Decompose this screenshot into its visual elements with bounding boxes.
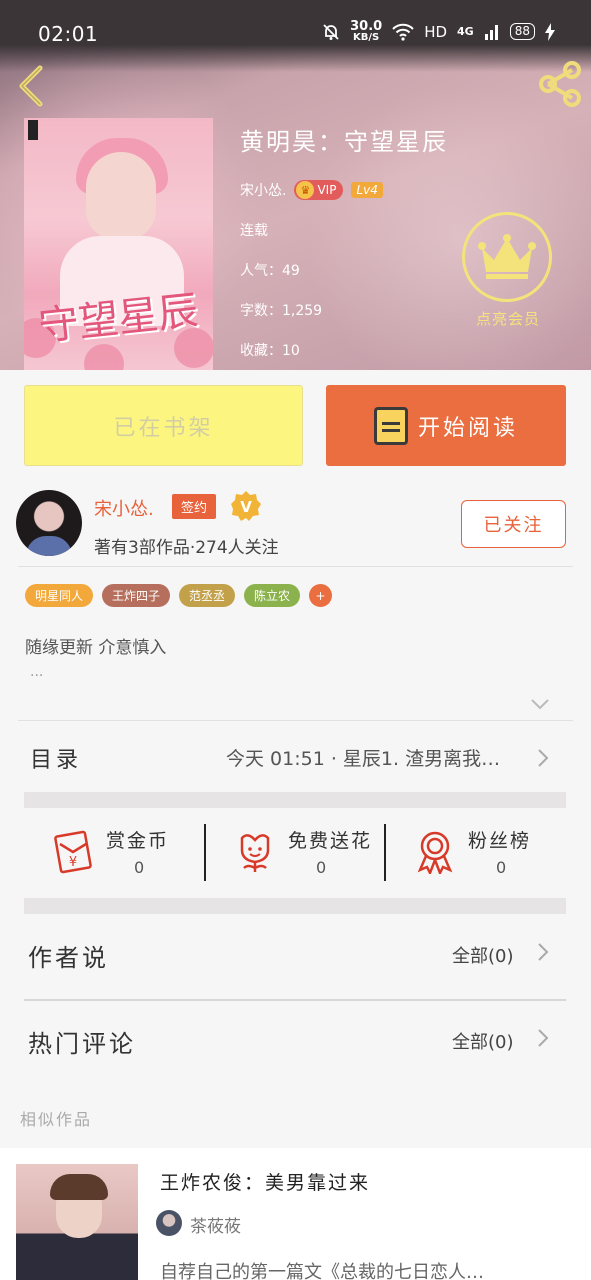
book-author-row: 宋小怂. ♛ VIP Lv4 [240, 180, 500, 200]
cover-figure-face [86, 152, 156, 240]
vip-crown-icon: ♛ [296, 181, 315, 199]
follow-button[interactable]: 已关注 [461, 500, 566, 548]
similar-book-title: 王炸农俊：美男靠过来 [160, 1172, 371, 1194]
signal-icon [484, 24, 498, 40]
tag-list: 明星同人 王炸四子 范丞丞 陈立农 + [25, 584, 333, 607]
in-shelf-label: 已在书架 [113, 415, 214, 441]
chevron-right-icon [538, 1029, 549, 1047]
start-reading-button[interactable]: 开始阅读 [326, 385, 566, 466]
intro-ellipsis: ... [30, 664, 44, 680]
in-shelf-button[interactable]: 已在书架 [24, 385, 303, 466]
flower-icon [240, 834, 270, 872]
reward-fan-rank[interactable]: 粉丝榜 0 [386, 808, 566, 898]
book-favorites: 收藏：10 [240, 343, 300, 359]
verified-v-label: V [240, 498, 252, 516]
author-meta: 著有3部作品·274人关注 [94, 538, 279, 558]
reward-count: 0 [134, 858, 145, 877]
member-ring [462, 212, 552, 302]
reward-flowers[interactable]: 免费送花 0 [206, 808, 386, 898]
chevron-right-icon [538, 749, 549, 767]
more-tags-button[interactable]: + [309, 584, 333, 607]
tag-chip[interactable]: 范丞丞 [179, 584, 236, 607]
level-badge: Lv4 [351, 182, 383, 198]
reward-coins[interactable]: ¥ 赏金币 0 [24, 808, 204, 898]
net-speed-unit: KB/S [353, 32, 380, 43]
wifi-icon [392, 23, 414, 41]
reward-title: 赏金币 [106, 830, 170, 852]
author-says-row[interactable]: 作者说 全部(0) [0, 914, 591, 998]
status-time: 02:01 [38, 22, 99, 46]
hd-indicator: HD [424, 22, 448, 41]
divider [18, 566, 573, 567]
reward-title: 免费送花 [288, 830, 373, 852]
charging-icon [545, 22, 555, 41]
book-icon [373, 406, 408, 445]
book-header: 02:01 30.0 KB/S HD 4G 88 守望星辰 黄明昊：守望星辰 宋… [0, 0, 591, 370]
author-name[interactable]: 宋小怂. [94, 495, 154, 521]
share-icon[interactable] [536, 60, 584, 108]
tag-chip[interactable]: 明星同人 [25, 584, 94, 607]
red-envelope-icon: ¥ [54, 830, 92, 874]
book-word-count: 字数：1,259 [240, 303, 323, 319]
cover-flower [84, 344, 124, 370]
medal-icon [417, 831, 453, 874]
similar-book-card[interactable]: 王炸农俊：美男靠过来 茶莜莜 自荐自己的第一篇文《总裁的七日恋人… [0, 1148, 591, 1280]
cover-tag [28, 120, 38, 140]
author-says-all: 全部(0) [452, 946, 514, 967]
start-reading-label: 开始阅读 [417, 415, 518, 441]
vip-badge: ♛ VIP [294, 180, 344, 200]
similar-book-cover [16, 1164, 138, 1280]
svg-text:¥: ¥ [69, 855, 77, 870]
status-icons: 30.0 KB/S HD 4G 88 [322, 20, 555, 43]
member-label: 点亮会员 [475, 310, 540, 328]
similar-book-desc: 自荐自己的第一篇文《总裁的七日恋人… [160, 1262, 484, 1280]
mute-bell-icon [323, 23, 339, 40]
crown-icon [478, 234, 536, 279]
latest-chapter: 今天 01:51 · 星辰1. 渣男离我… [226, 748, 501, 770]
reward-count: 0 [316, 858, 327, 877]
tag-chip[interactable]: 陈立农 [244, 584, 301, 607]
hot-comments-row[interactable]: 热门评论 全部(0) [0, 1000, 591, 1084]
catalog-label: 目录 [30, 748, 83, 773]
status-bar: 02:01 30.0 KB/S HD 4G 88 [0, 0, 591, 72]
book-popularity: 人气：49 [240, 263, 300, 279]
book-title: 黄明昊：守望星辰 [240, 128, 448, 156]
reward-count: 0 [496, 858, 507, 877]
catalog-row[interactable]: 目录 今天 01:51 · 星辰1. 渣男离我… [0, 720, 591, 792]
back-arrow-icon[interactable] [14, 64, 50, 108]
member-button[interactable]: 点亮会员 [462, 212, 554, 329]
chevron-right-icon [538, 943, 549, 961]
hot-comments-label: 热门评论 [28, 1030, 136, 1058]
chevron-down-icon[interactable] [530, 698, 550, 710]
verified-v-icon: V [231, 491, 261, 521]
similar-author-avatar [156, 1210, 182, 1236]
network-type: 4G [457, 25, 474, 38]
vip-label: VIP [317, 183, 337, 197]
battery-indicator: 88 [509, 23, 535, 40]
reward-title: 粉丝榜 [468, 830, 532, 852]
section-gap [24, 792, 566, 808]
book-status: 连载 [240, 223, 268, 239]
book-info: 黄明昊：守望星辰 宋小怂. ♛ VIP Lv4 连载 人气：49 字数：1,25… [240, 122, 448, 359]
author-says-label: 作者说 [28, 944, 109, 972]
book-cover[interactable]: 守望星辰 [24, 118, 213, 370]
hot-comments-all: 全部(0) [452, 1032, 514, 1053]
similar-book-author: 茶莜莜 [190, 1217, 241, 1237]
follow-label: 已关注 [483, 515, 544, 536]
author-avatar[interactable] [16, 490, 82, 556]
signed-badge: 签约 [172, 494, 217, 519]
net-speed: 30.0 KB/S [350, 20, 382, 43]
rewards-panel: ¥ 赏金币 0 免费送花 0 粉丝榜 0 [24, 808, 566, 898]
similar-section-title: 相似作品 [20, 1110, 93, 1129]
tag-chip[interactable]: 王炸四子 [102, 584, 171, 607]
book-author-name[interactable]: 宋小怂. [240, 180, 286, 200]
book-intro: 随缘更新 介意慎入 [25, 638, 167, 658]
section-gap [24, 898, 566, 914]
